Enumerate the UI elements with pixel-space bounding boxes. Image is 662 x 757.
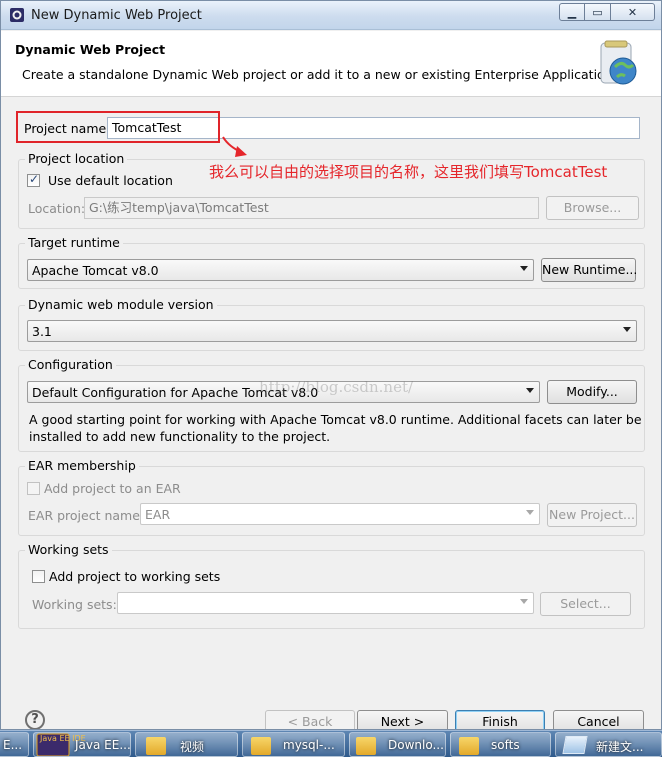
working-sets-label: Working sets: xyxy=(32,597,117,612)
java-ee-ide-icon-text: Java EE IDE xyxy=(40,734,86,743)
target-runtime-select[interactable]: Apache Tomcat v8.0 xyxy=(27,259,534,281)
taskbar-item-label: Downlo... xyxy=(388,738,444,752)
folder-icon xyxy=(356,737,376,755)
chevron-down-icon xyxy=(526,510,534,515)
use-default-location-label: Use default location xyxy=(48,173,173,188)
maximize-icon: ▭ xyxy=(592,5,603,19)
back-button[interactable]: < Back xyxy=(265,710,355,729)
page-description: Create a standalone Dynamic Web project … xyxy=(22,67,617,82)
taskbar-item-videos[interactable]: 视频 xyxy=(135,732,238,757)
taskbar-item-label: Java EE... xyxy=(75,738,131,752)
new-runtime-button[interactable]: New Runtime... xyxy=(541,258,637,282)
working-sets-select[interactable] xyxy=(117,592,534,614)
chevron-down-icon xyxy=(520,266,528,271)
location-label: Location: xyxy=(28,201,86,216)
web-project-icon xyxy=(600,40,637,85)
folder-icon xyxy=(251,737,271,755)
taskbar-item-label: E... xyxy=(3,738,23,752)
taskbar-item-javaee[interactable]: Java EE IDE Java EE... xyxy=(33,732,131,757)
taskbar-item-mysql[interactable]: mysql-... xyxy=(242,732,345,757)
ear-project-select[interactable]: EAR xyxy=(140,503,540,525)
working-sets-group xyxy=(18,550,645,629)
use-default-location-checkbox[interactable] xyxy=(27,172,40,187)
add-to-ear-label: Add project to an EAR xyxy=(44,481,181,496)
wizard-banner: Dynamic Web Project Create a standalone … xyxy=(1,31,661,97)
chevron-down-icon xyxy=(526,388,534,393)
configuration-description-line1: A good starting point for working with A… xyxy=(29,412,642,427)
next-button[interactable]: Next > xyxy=(357,710,448,729)
taskbar-item-label: 视频 xyxy=(180,740,205,754)
cancel-button[interactable]: Cancel xyxy=(553,710,644,729)
page-title: Dynamic Web Project xyxy=(15,42,166,57)
ear-project-value: EAR xyxy=(145,507,171,522)
module-version-select[interactable]: 3.1 xyxy=(27,320,637,342)
ear-membership-title: EAR membership xyxy=(25,458,139,473)
taskbar-item-label: mysql-... xyxy=(283,738,335,752)
configuration-description-line2: installed to add new functionality to th… xyxy=(29,429,331,444)
add-to-working-sets-label: Add project to working sets xyxy=(49,569,221,584)
new-dynamic-web-project-dialog: New Dynamic Web Project ▁ ▭ ✕ Dynamic We… xyxy=(0,0,662,730)
title-bar[interactable]: New Dynamic Web Project ▁ ▭ ✕ xyxy=(1,1,661,30)
finish-button[interactable]: Finish xyxy=(455,710,545,729)
window-title: New Dynamic Web Project xyxy=(31,8,202,23)
location-input[interactable]: G:\练习temp\java\TomcatTest xyxy=(84,197,539,219)
taskbar-item-softs[interactable]: softs xyxy=(450,732,551,757)
project-location-title: Project location xyxy=(25,151,128,166)
chevron-down-icon xyxy=(623,327,631,332)
select-working-sets-button[interactable]: Select... xyxy=(540,592,631,616)
module-version-value: 3.1 xyxy=(32,324,52,339)
configuration-title: Configuration xyxy=(25,357,116,372)
folder-icon xyxy=(146,737,166,755)
taskbar-item-e[interactable]: E... xyxy=(0,732,29,757)
minimize-icon: ▁ xyxy=(567,5,577,19)
folder-icon xyxy=(459,737,479,755)
close-icon: ✕ xyxy=(627,5,638,19)
add-to-ear-checkbox[interactable] xyxy=(27,482,40,495)
windows-taskbar: E... Java EE IDE Java EE... 视频 mysql-...… xyxy=(0,730,662,757)
minimize-button[interactable]: ▁ xyxy=(559,3,585,21)
watermark: http://blog.csdn.net/ xyxy=(259,378,414,396)
eclipse-icon xyxy=(10,8,24,22)
modify-button[interactable]: Modify... xyxy=(547,380,637,404)
ear-project-name-label: EAR project name: xyxy=(28,508,145,523)
target-runtime-value: Apache Tomcat v8.0 xyxy=(32,263,159,278)
add-to-working-sets-checkbox[interactable] xyxy=(32,570,45,583)
taskbar-item-label: 新建文... xyxy=(596,740,644,754)
help-icon[interactable]: ? xyxy=(25,710,45,729)
taskbar-item-downloads[interactable]: Downlo... xyxy=(349,732,446,757)
maximize-button[interactable]: ▭ xyxy=(585,3,611,21)
module-version-title: Dynamic web module version xyxy=(25,297,217,312)
target-runtime-title: Target runtime xyxy=(25,235,123,250)
browse-button[interactable]: Browse... xyxy=(546,196,639,220)
taskbar-item-label: softs xyxy=(491,738,520,752)
notepad-icon xyxy=(562,736,588,754)
highlight-box xyxy=(16,111,220,143)
chevron-down-icon xyxy=(520,599,528,604)
close-button[interactable]: ✕ xyxy=(611,3,655,21)
new-ear-project-button[interactable]: New Project... xyxy=(547,503,637,527)
taskbar-item-new-text[interactable]: 新建文... xyxy=(555,732,662,757)
working-sets-title: Working sets xyxy=(25,542,112,557)
